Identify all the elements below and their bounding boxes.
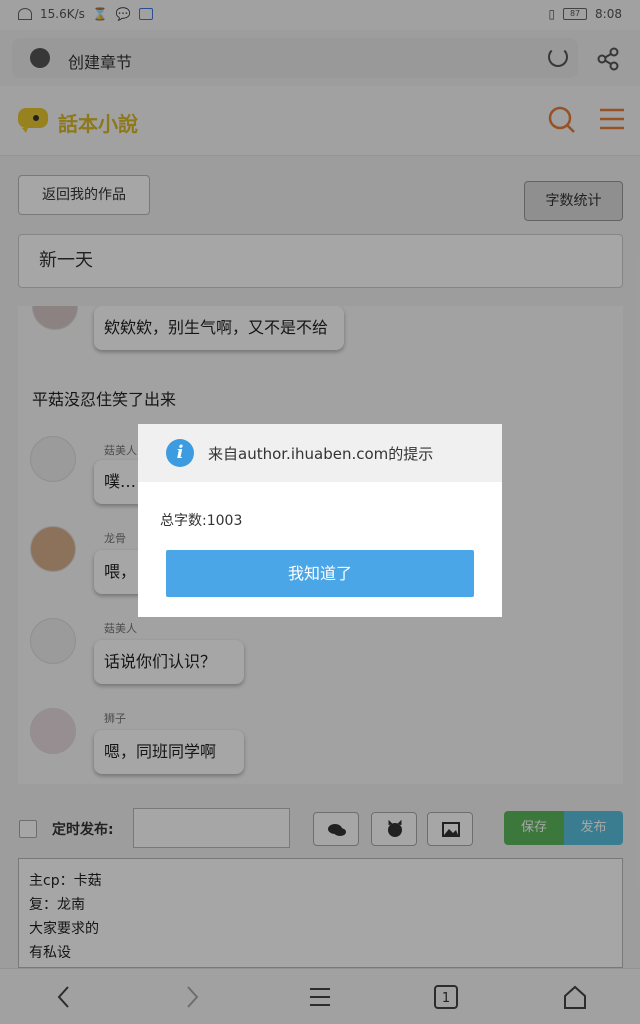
info-icon: i [166, 439, 194, 467]
alert-dialog: i 来自author.ihuaben.com的提示 总字数:1003 我知道了 [138, 424, 502, 617]
dialog-message: 总字数:1003 [160, 513, 243, 529]
ok-button[interactable]: 我知道了 [166, 550, 474, 597]
dialog-title: 来自author.ihuaben.com的提示 [208, 445, 434, 463]
dialog-header: i 来自author.ihuaben.com的提示 [138, 424, 502, 482]
